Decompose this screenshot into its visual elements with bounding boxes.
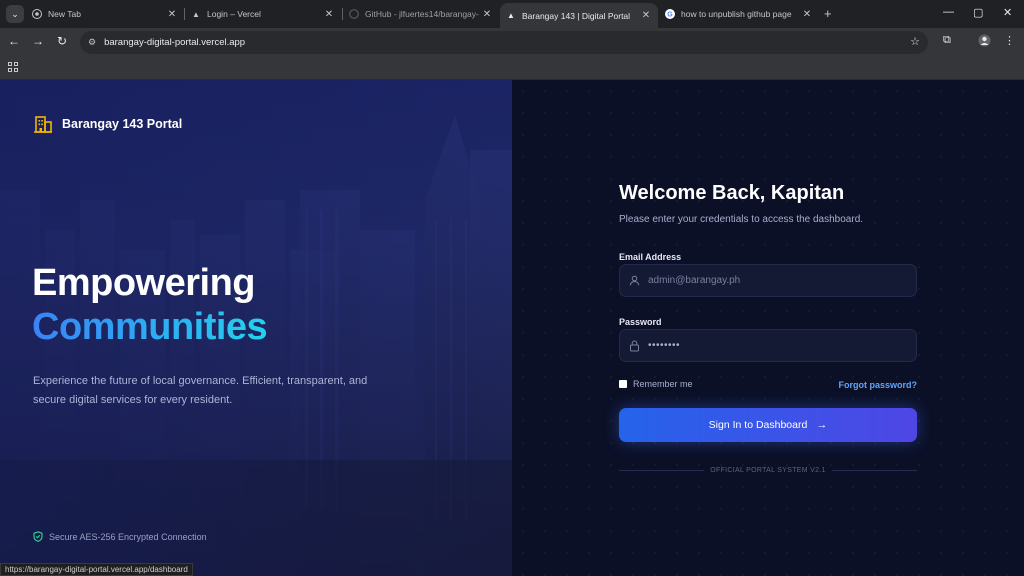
close-window-button[interactable]: ✕: [1003, 6, 1012, 19]
google-icon: G: [665, 9, 675, 19]
page-content: Barangay 143 Portal Empowering Communiti…: [0, 80, 1024, 576]
forward-button[interactable]: →: [30, 34, 46, 48]
headline-line-2: Communities: [32, 306, 268, 348]
divider-line: [831, 469, 917, 471]
vercel-icon: ▲: [192, 9, 200, 19]
restore-button[interactable]: ▢: [973, 6, 983, 19]
browser-toolbar: ← → ↻ ⚙ barangay-digital-portal.vercel.a…: [0, 28, 1024, 57]
tab-title: Barangay 143 | Digital Portal: [522, 10, 631, 21]
github-icon: [349, 9, 359, 19]
building-icon: [34, 116, 52, 133]
close-icon[interactable]: ✕: [166, 9, 178, 20]
sign-in-button[interactable]: Sign In to Dashboard →: [619, 408, 917, 442]
menu-button[interactable]: ⋮: [1004, 34, 1015, 47]
tab-google-search[interactable]: G how to unpublish github page ✕: [659, 3, 819, 25]
forgot-password-link[interactable]: Forgot password?: [839, 380, 918, 390]
login-title: Welcome Back, Kapitan: [619, 182, 845, 204]
tab-title: Login – Vercel: [207, 9, 261, 19]
tab-new-tab[interactable]: New Tab ✕: [26, 3, 184, 25]
restore-icon: ▢: [973, 7, 984, 19]
email-input[interactable]: [648, 275, 898, 286]
avatar-icon: [978, 34, 991, 50]
email-field[interactable]: [619, 264, 917, 297]
close-icon[interactable]: ✕: [323, 9, 335, 20]
lock-icon: [630, 339, 639, 351]
footer-divider: OFFICIAL PORTAL SYSTEM V2.1: [619, 465, 917, 475]
minimize-icon: —: [943, 6, 954, 18]
arrow-right-icon: →: [816, 419, 828, 431]
tab-barangay-portal[interactable]: ▲ Barangay 143 | Digital Portal ✕: [500, 3, 658, 28]
tab-title: GitHub - jlfuertes14/barangay-: [365, 9, 479, 19]
puzzle-icon: ⧉: [943, 34, 951, 46]
tab-github[interactable]: GitHub - jlfuertes14/barangay- ✕: [343, 3, 499, 25]
login-subtitle: Please enter your credentials to access …: [619, 214, 864, 225]
remember-checkbox[interactable]: [619, 380, 627, 388]
new-tab-button[interactable]: +: [824, 6, 832, 21]
extensions-button[interactable]: ⧉: [943, 34, 951, 47]
tab-title: how to unpublish github page: [681, 9, 792, 19]
apps-grid-icon[interactable]: [8, 62, 18, 72]
bookmarks-bar: [0, 57, 1024, 80]
secure-connection-text: Secure AES-256 Encrypted Connection: [49, 531, 207, 542]
close-icon[interactable]: ✕: [481, 9, 493, 20]
url-text: barangay-digital-portal.vercel.app: [104, 37, 246, 48]
tab-login-vercel[interactable]: ▲ Login – Vercel ✕: [185, 3, 341, 25]
bookmark-star-icon[interactable]: ☆: [910, 35, 920, 48]
login-panel: Welcome Back, Kapitan Please enter your …: [512, 80, 1024, 576]
email-label: Email Address: [619, 252, 682, 262]
brand[interactable]: Barangay 143 Portal: [33, 115, 182, 133]
close-icon[interactable]: ✕: [801, 9, 813, 20]
vercel-icon: ▲: [507, 11, 515, 20]
user-icon: [629, 275, 640, 286]
minimize-button[interactable]: —: [943, 6, 954, 18]
arrow-left-icon: ←: [8, 34, 20, 48]
chevron-down-icon: ⌄: [11, 8, 19, 19]
profile-button[interactable]: [978, 34, 991, 50]
close-icon[interactable]: ✕: [640, 10, 652, 21]
password-label: Password: [619, 317, 662, 327]
tab-title: New Tab: [48, 9, 81, 19]
address-bar[interactable]: ⚙ barangay-digital-portal.vercel.app ☆: [80, 31, 928, 54]
chrome-icon: [32, 9, 42, 19]
hero-panel: Barangay 143 Portal Empowering Communiti…: [0, 80, 512, 576]
more-vertical-icon: ⋮: [1004, 35, 1015, 47]
status-bar-url: https://barangay-digital-portal.vercel.a…: [0, 563, 193, 576]
remember-label: Remember me: [633, 379, 693, 389]
shield-check-icon: [33, 531, 43, 542]
remember-me[interactable]: Remember me: [619, 379, 693, 389]
back-button[interactable]: ←: [6, 34, 22, 48]
secure-connection-note: Secure AES-256 Encrypted Connection: [33, 531, 207, 542]
tab-search-button[interactable]: ⌄: [6, 5, 24, 23]
arrow-right-icon: →: [32, 34, 44, 48]
hero-headline: Empowering Communities: [32, 261, 268, 349]
headline-line-1: Empowering: [32, 262, 256, 304]
divider-line: [619, 469, 705, 471]
brand-name: Barangay 143 Portal: [62, 117, 183, 131]
reload-button[interactable]: ↻: [54, 34, 70, 48]
password-input[interactable]: [648, 340, 898, 351]
plus-icon: +: [824, 6, 832, 21]
site-settings-icon[interactable]: ⚙: [88, 37, 96, 48]
hero-tagline: Experience the future of local governanc…: [33, 375, 368, 406]
reload-icon: ↻: [56, 34, 68, 48]
sign-in-label: Sign In to Dashboard: [708, 419, 808, 431]
close-icon: ✕: [1003, 7, 1013, 19]
password-field[interactable]: [619, 329, 917, 362]
tab-strip: ⌄ New Tab ✕ ▲ Login – Vercel ✕ GitHub - …: [0, 0, 1024, 28]
svg-text:G: G: [667, 12, 673, 19]
portal-version-text: OFFICIAL PORTAL SYSTEM V2.1: [710, 466, 826, 474]
